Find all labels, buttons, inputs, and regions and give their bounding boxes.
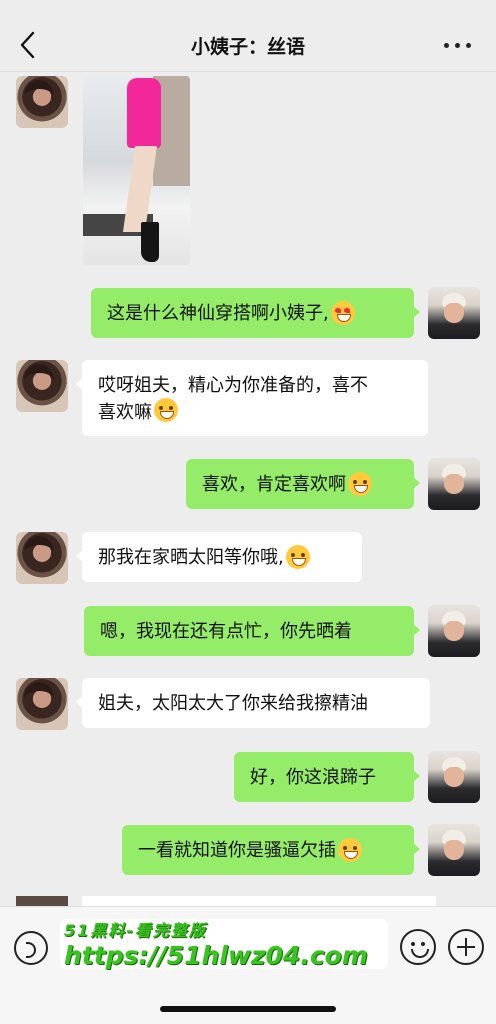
emoji-icon[interactable] <box>400 929 436 965</box>
message-text: 这是什么神仙穿搭啊小姨子, <box>107 302 329 324</box>
more-dots-icon[interactable] <box>442 30 476 60</box>
message-text: 姐夫，太阳太大了你来给我擦精油 <box>98 692 368 714</box>
message-text: 一看就知道你是骚逼欠插 <box>138 839 336 861</box>
smile-emoji-icon <box>348 472 372 496</box>
top-bar: 小姨子：丝语 <box>0 0 496 72</box>
avatar-self[interactable] <box>428 751 480 803</box>
avatar-self[interactable] <box>428 824 480 876</box>
avatar-contact-partial <box>16 896 68 906</box>
heart-eyes-emoji-icon <box>330 301 355 325</box>
message-text-line2: 喜欢嘛 <box>98 402 152 423</box>
grin-emoji-icon <box>285 545 310 569</box>
avatar-self[interactable] <box>428 287 480 339</box>
avatar-contact[interactable] <box>16 360 68 412</box>
watermark-line1: 51黑料-看完整版 <box>64 921 207 940</box>
voice-icon[interactable] <box>14 931 48 965</box>
message-bubble-out[interactable]: 好，你这浪蹄子 <box>234 752 420 802</box>
message-bubble-in[interactable]: 那我在家晒太阳等你哦, <box>76 532 362 582</box>
message-bubble-out[interactable]: 嗯，我现在还有点忙，你先晒着 <box>84 606 420 656</box>
avatar-self[interactable] <box>428 458 480 510</box>
message-text-line1: 哎呀姐夫，精心为你准备的，喜不 <box>98 375 368 396</box>
chat-photo[interactable] <box>83 76 190 265</box>
watermark-line2: https://51hlwz04.com <box>64 941 368 970</box>
message-bubble-in[interactable]: 哎呀姐夫，精心为你准备的，喜不 喜欢嘛 <box>76 360 428 436</box>
message-bubble-in[interactable]: 姐夫，太阳太大了你来给我擦精油 <box>76 678 430 728</box>
message-text: 好，你这浪蹄子 <box>250 766 376 788</box>
message-bubble-partial <box>82 896 436 906</box>
avatar-contact[interactable] <box>16 76 68 128</box>
avatar-self[interactable] <box>428 605 480 657</box>
message-bubble-out[interactable]: 一看就知道你是骚逼欠插 <box>122 825 420 875</box>
chat-title: 小姨子：丝语 <box>190 36 305 58</box>
home-indicator[interactable] <box>160 1006 336 1012</box>
message-bubble-out[interactable]: 这是什么神仙穿搭啊小姨子, <box>91 288 420 338</box>
grin-emoji-icon <box>154 398 178 422</box>
message-text: 喜欢，肯定喜欢啊 <box>202 473 346 495</box>
message-text: 嗯，我现在还有点忙，你先晒着 <box>100 620 352 642</box>
grin-emoji-icon <box>338 838 362 862</box>
plus-icon[interactable] <box>448 929 484 965</box>
avatar-contact[interactable] <box>16 532 68 584</box>
message-text: 那我在家晒太阳等你哦, <box>98 546 284 568</box>
avatar-contact[interactable] <box>16 678 68 730</box>
message-bubble-out[interactable]: 喜欢，肯定喜欢啊 <box>186 459 420 509</box>
